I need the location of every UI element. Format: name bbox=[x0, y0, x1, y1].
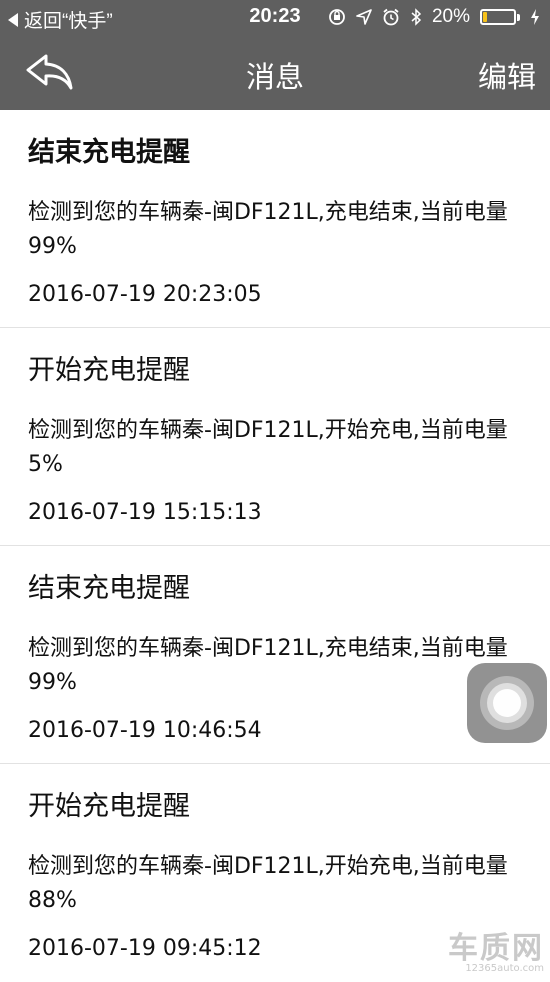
nav-bar: 消息 编辑 bbox=[0, 36, 550, 110]
watermark: 车质网 12365auto.com bbox=[448, 923, 544, 974]
watermark-logo: 车质网 bbox=[448, 931, 544, 966]
message-title: 结束充电提醒 bbox=[28, 137, 190, 168]
message-time: 2016-07-19 15:15:13 bbox=[28, 500, 262, 525]
battery-percent: 20% bbox=[431, 6, 470, 27]
page-title: 消息 bbox=[245, 60, 304, 94]
message-body: 检测到您的车辆秦-闽DF121L,开始充电,当前电量88% bbox=[28, 854, 508, 913]
orientation-lock-icon bbox=[329, 9, 345, 25]
bluetooth-icon bbox=[411, 8, 422, 26]
message-body: 检测到您的车辆秦-闽DF121L,充电结束,当前电量99% bbox=[28, 200, 508, 259]
message-list: 结束充电提醒 检测到您的车辆秦-闽DF121L,充电结束,当前电量99% 201… bbox=[0, 110, 550, 982]
status-bar: 返回“快手” 20:23 20% bbox=[0, 0, 550, 36]
message-time: 2016-07-19 10:46:54 bbox=[28, 718, 262, 743]
battery-icon bbox=[480, 9, 516, 25]
message-title: 结束充电提醒 bbox=[28, 573, 190, 604]
status-icons: 20% bbox=[328, 6, 540, 28]
edit-button[interactable]: 编辑 bbox=[478, 54, 536, 96]
charging-icon bbox=[531, 9, 539, 25]
message-title: 开始充电提醒 bbox=[28, 791, 190, 822]
message-item[interactable]: 结束充电提醒 检测到您的车辆秦-闽DF121L,充电结束,当前电量99% 201… bbox=[0, 110, 550, 328]
message-body: 检测到您的车辆秦-闽DF121L,开始充电,当前电量5% bbox=[28, 418, 508, 477]
message-time: 2016-07-19 20:23:05 bbox=[28, 282, 262, 307]
message-body: 检测到您的车辆秦-闽DF121L,充电结束,当前电量99% bbox=[28, 636, 508, 695]
message-time: 2016-07-19 09:45:12 bbox=[28, 936, 262, 961]
assistive-touch-button[interactable] bbox=[467, 663, 547, 743]
location-icon bbox=[356, 9, 372, 25]
alarm-icon bbox=[383, 8, 399, 26]
message-title: 开始充电提醒 bbox=[28, 355, 190, 386]
message-item[interactable]: 开始充电提醒 检测到您的车辆秦-闽DF121L,开始充电,当前电量5% 2016… bbox=[0, 328, 550, 546]
